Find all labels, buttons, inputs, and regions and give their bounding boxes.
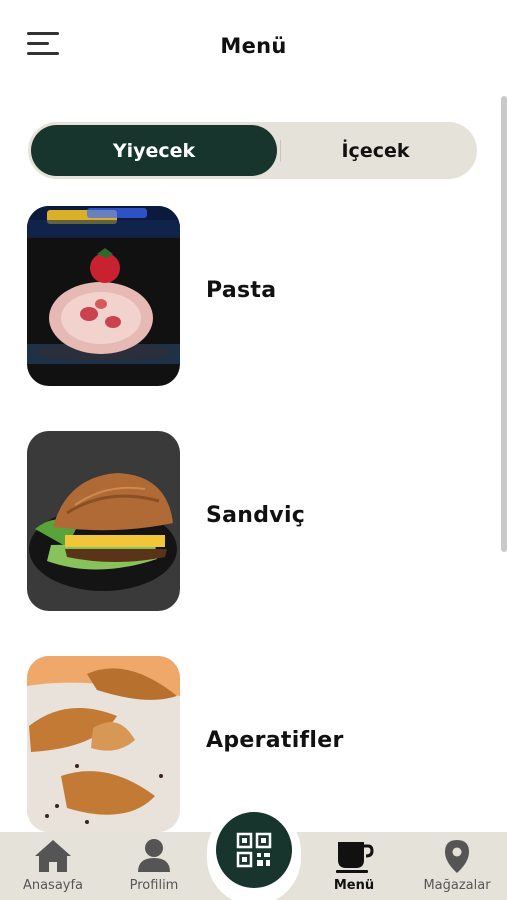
tab-yiyecek[interactable]: Yiyecek bbox=[31, 125, 277, 176]
user-icon bbox=[138, 839, 170, 872]
category-label: Pasta bbox=[206, 278, 277, 303]
nav-label: Anasayfa bbox=[22, 878, 84, 893]
category-segmented-control: Yiyecek İçecek bbox=[28, 122, 477, 179]
sandwich-image bbox=[27, 431, 180, 611]
header: Menü bbox=[0, 0, 507, 96]
category-item-pasta[interactable]: Pasta bbox=[27, 206, 479, 386]
tab-icecek[interactable]: İçecek bbox=[277, 125, 474, 176]
cake-image bbox=[27, 206, 180, 386]
croissants-image bbox=[27, 656, 180, 832]
pasta-thumbnail bbox=[27, 206, 180, 386]
nav-item-magazalar[interactable]: Mağazalar bbox=[412, 832, 502, 900]
nav-label: Mağazalar bbox=[423, 878, 491, 893]
scrollbar[interactable] bbox=[501, 96, 507, 552]
category-label: Aperatifler bbox=[206, 728, 344, 753]
sandvic-thumbnail bbox=[27, 431, 180, 611]
nav-item-menu[interactable]: Menü bbox=[312, 832, 396, 900]
qr-scan-button[interactable] bbox=[216, 812, 292, 888]
nav-item-profilim[interactable]: Profilim bbox=[110, 832, 198, 900]
nav-item-anasayfa[interactable]: Anasayfa bbox=[10, 832, 96, 900]
page-title: Menü bbox=[220, 34, 287, 58]
category-item-sandvic[interactable]: Sandviç bbox=[27, 431, 479, 611]
home-icon bbox=[35, 840, 71, 872]
qr-code-icon bbox=[236, 832, 272, 868]
nav-label: Profilim bbox=[129, 878, 179, 893]
map-pin-icon bbox=[445, 840, 469, 873]
nav-label: Menü bbox=[333, 878, 375, 893]
aperatifler-thumbnail bbox=[27, 656, 180, 832]
category-label: Sandviç bbox=[206, 503, 306, 528]
coffee-cup-icon bbox=[336, 842, 374, 873]
